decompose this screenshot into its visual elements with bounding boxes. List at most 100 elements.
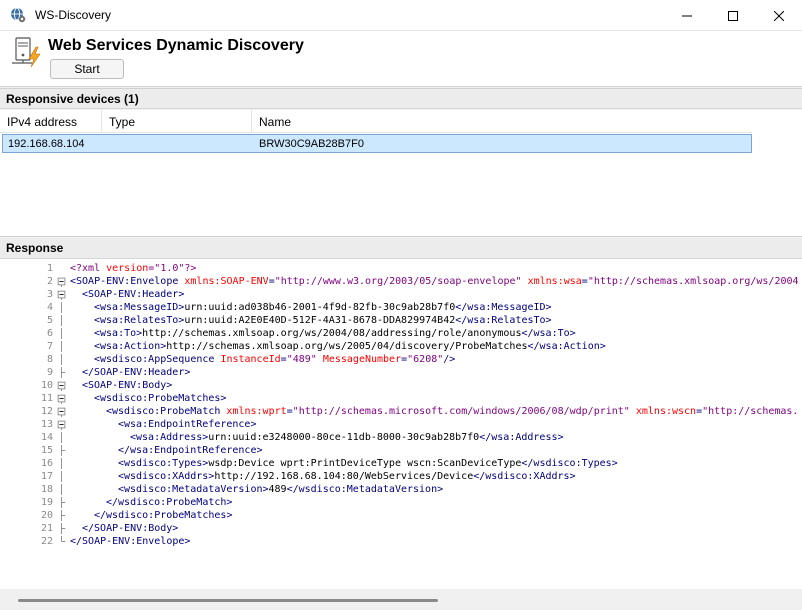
horizontal-scrollbar[interactable]	[0, 590, 802, 610]
collapse-icon[interactable]	[57, 276, 66, 287]
fold-spacer	[57, 263, 66, 274]
xml-token-tag: />	[443, 354, 456, 365]
collapse-icon[interactable]	[57, 393, 66, 404]
collapse-icon[interactable]	[57, 419, 66, 430]
xml-token-tag: </wsdisco:ProbeMatches>	[94, 510, 233, 521]
xml-token-tag: <wsa:RelatesTo>	[94, 315, 185, 326]
globe-gear-icon	[11, 7, 26, 23]
column-header-type[interactable]: Type	[102, 110, 252, 133]
code-text: <wsa:Address>urn:uuid:e3248000-80ce-11db…	[130, 431, 564, 444]
code-line: 19 </wsdisco:ProbeMatch>	[0, 496, 802, 509]
line-number: 13	[40, 419, 53, 430]
window-controls	[664, 0, 802, 31]
xml-token-pi: ="1.0"?>	[148, 263, 197, 274]
xml-token-tag: </wsdisco:ProbeMatch>	[106, 497, 233, 508]
header-panel: Web Services Dynamic Discovery Start	[0, 31, 802, 87]
code-line: 18 <wsdisco:MetadataVersion>489</wsdisco:…	[0, 483, 802, 496]
code-line: 17 <wsdisco:XAddrs>http://192.168.68.104:…	[0, 470, 802, 483]
devices-section-header: Responsive devices (1)	[0, 88, 802, 109]
line-number: 11	[40, 393, 53, 404]
line-number: 7	[46, 341, 53, 352]
fold-end-marker	[61, 445, 66, 456]
fold-guide-line	[61, 458, 62, 469]
xml-token-str: "http://www.w3.org/2003/05/soap-envelope…	[274, 276, 522, 287]
code-text: <?xml version="1.0"?>	[70, 262, 196, 275]
fold-guide-line	[61, 354, 62, 365]
line-number: 6	[46, 328, 53, 339]
code-line: 4 <wsa:MessageID>urn:uuid:ad038b46-2001-4…	[0, 301, 802, 314]
line-number: 20	[40, 510, 53, 521]
line-number: 14	[40, 432, 53, 443]
scrollbar-thumb[interactable]	[18, 599, 438, 602]
xml-token-tag: </wsa:Action>	[527, 341, 606, 352]
fold-guide-line	[61, 328, 62, 339]
fold-guide-line	[61, 341, 62, 352]
fold-guide-line	[61, 315, 62, 326]
code-line: 1 <?xml version="1.0"?>	[0, 262, 802, 275]
code-line: 14 <wsa:Address>urn:uuid:e3248000-80ce-11…	[0, 431, 802, 444]
code-text: </wsdisco:ProbeMatches>	[94, 509, 232, 522]
code-line: 2 <SOAP-ENV:Envelope xmlns:SOAP-ENV="http…	[0, 275, 802, 288]
xml-token-str: "6208"	[407, 354, 444, 365]
line-number: 15	[40, 445, 53, 456]
devices-column-headers: IPv4 address Type Name	[0, 110, 752, 133]
xml-token-tag: <wsdisco:XAddrs>	[118, 471, 215, 482]
xml-token-tag: </wsa:To>	[521, 328, 576, 339]
code-text: <SOAP-ENV:Header>	[82, 288, 184, 301]
code-line: 15 </wsa:EndpointReference>	[0, 444, 802, 457]
maximize-button[interactable]	[710, 0, 756, 31]
line-number: 9	[46, 367, 53, 378]
xml-token-plain: http://192.168.68.104:80/WebServices/Dev…	[214, 471, 474, 482]
device-row[interactable]: 192.168.68.104 BRW30C9AB28B7F0	[2, 134, 752, 153]
xml-token-tag: <wsdisco:ProbeMatches>	[94, 393, 227, 404]
code-line: 22 </SOAP-ENV:Envelope>	[0, 535, 802, 548]
xml-token-plain: urn:uuid:A2E0E40D-512F-4A31-8678-DDA8299…	[184, 315, 456, 326]
code-text: </SOAP-ENV:Body>	[82, 522, 178, 535]
response-section-header: Response	[0, 238, 802, 259]
fold-end-marker	[61, 510, 66, 521]
xml-token-tag: </wsdisco:MetadataVersion>	[286, 484, 444, 495]
line-number: 21	[40, 523, 53, 534]
code-line: 8 <wsdisco:AppSequence InstanceId="489" M…	[0, 353, 802, 366]
close-button[interactable]	[756, 0, 802, 31]
xml-token-attr: xmlns:SOAP-ENV	[184, 276, 269, 287]
line-number: 16	[40, 458, 53, 469]
collapse-icon[interactable]	[57, 406, 66, 417]
code-text: <wsdisco:Types>wsdp:Device wprt:PrintDev…	[118, 457, 618, 470]
minimize-button[interactable]	[664, 0, 710, 31]
collapse-icon[interactable]	[57, 380, 66, 391]
response-xml-viewer[interactable]: 1 <?xml version="1.0"?> 2 <SOAP-ENV:Envelop…	[0, 259, 802, 589]
code-line: 9 </SOAP-ENV:Header>	[0, 366, 802, 379]
column-header-name[interactable]: Name	[252, 110, 752, 133]
close-icon	[774, 10, 784, 21]
fold-guide-line	[61, 302, 62, 313]
fold-end-marker	[61, 536, 66, 542]
device-ip: 192.168.68.104	[8, 137, 85, 150]
code-line: 12 <wsdisco:ProbeMatch xmlns:wprt="http:/…	[0, 405, 802, 418]
xml-token-plain: urn:uuid:ad038b46-2001-4f9d-82fb-30c9ab2…	[184, 302, 456, 313]
xml-token-plain: urn:uuid:e3248000-80ce-11db-8000-30c9ab2…	[208, 432, 480, 443]
code-text: <wsdisco:ProbeMatch xmlns:wprt="http://s…	[106, 405, 798, 418]
start-button[interactable]: Start	[50, 59, 124, 79]
code-line: 16 <wsdisco:Types>wsdp:Device wprt:PrintD…	[0, 457, 802, 470]
xml-token-plain: wsdp:Device wprt:PrintDeviceType wscn:Sc…	[208, 458, 522, 469]
xml-token-attr: xmlns:wsa	[527, 276, 582, 287]
column-header-ipv4[interactable]: IPv4 address	[0, 110, 102, 133]
code-line: 20 </wsdisco:ProbeMatches>	[0, 509, 802, 522]
devices-list[interactable]: IPv4 address Type Name 192.168.68.104 BR…	[0, 110, 802, 237]
code-text: <SOAP-ENV:Body>	[82, 379, 172, 392]
line-number: 17	[40, 471, 53, 482]
title-bar: WS-Discovery	[0, 0, 802, 31]
xml-token-attr: xmlns:wprt	[226, 406, 287, 417]
line-number: 10	[40, 380, 53, 391]
xml-token-str: "http://schemas.xmlsoap.org/ws/2004	[587, 276, 799, 287]
xml-token-tag: </wsdisco:XAddrs>	[473, 471, 576, 482]
minimize-icon	[682, 15, 692, 16]
xml-token-tag: <SOAP-ENV:Body>	[82, 380, 173, 391]
code-text: <wsdisco:AppSequence InstanceId="489" Me…	[94, 353, 455, 366]
line-number: 8	[46, 354, 53, 365]
server-lightning-icon	[12, 37, 41, 68]
line-number: 5	[46, 315, 53, 326]
collapse-icon[interactable]	[57, 289, 66, 300]
maximize-icon	[728, 10, 738, 21]
